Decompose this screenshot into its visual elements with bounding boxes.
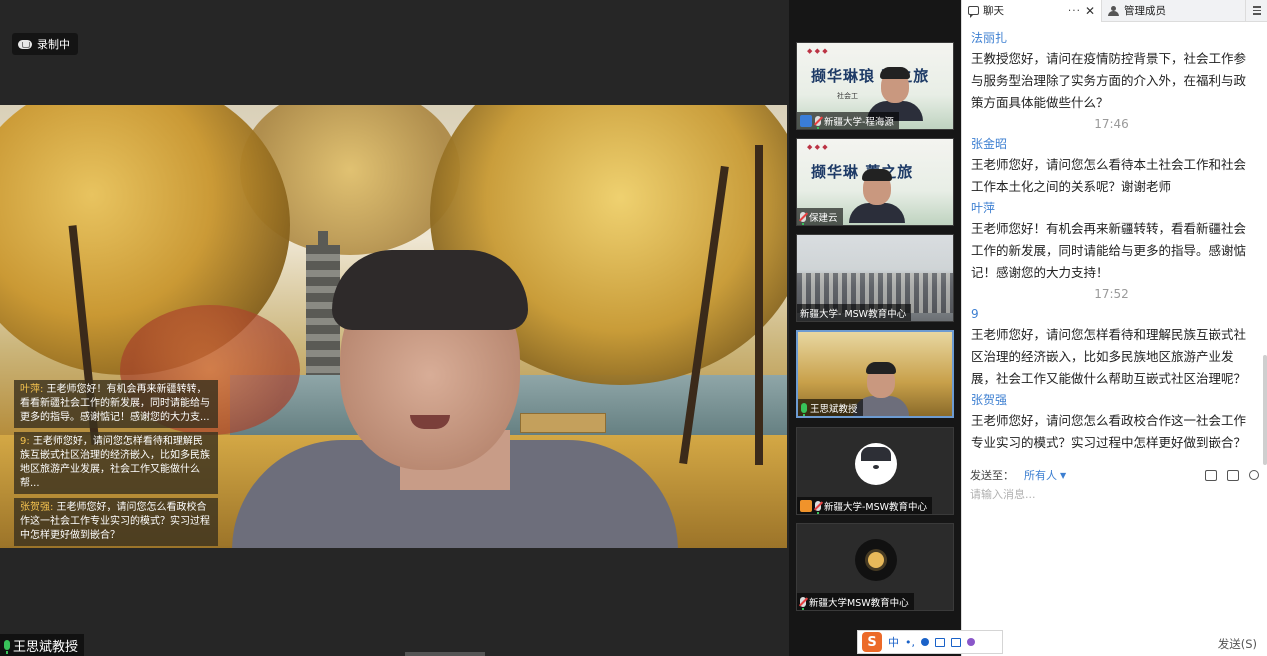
speaker-video: 叶萍: 王老师您好！有机会再来新疆转转，看看新疆社会工作的新发展，同时请能给与更… — [0, 105, 787, 548]
participant-tile[interactable]: ◆ ◆ ◆ 撷华琳琅 菁之旅 社会工 新疆大学-程海源 — [796, 42, 954, 130]
overlay-chat-messages: 叶萍: 王老师您好！有机会再来新疆转转，看看新疆社会工作的新发展，同时请能给与更… — [14, 380, 218, 548]
speaker-name: 王思斌教授 — [13, 639, 79, 655]
message-sender: 张贺强 — [971, 393, 1008, 407]
message-sender: 叶萍 — [971, 201, 996, 215]
participant-tile[interactable]: 新疆大学- MSW教育中心 — [796, 234, 954, 322]
menu-icon[interactable] — [1245, 0, 1267, 22]
recording-indicator[interactable]: 录制中 — [12, 33, 78, 55]
message-text: 王老师您好，请问您怎样看待和理解民族互嵌式社区治理的经济嵌入，比如多民族地区旅游… — [971, 327, 1247, 386]
skin-icon[interactable] — [951, 637, 961, 647]
message-sender: 张金昭 — [971, 137, 1008, 151]
message-text: 王老师您好，请问您怎么看待本土社会工作和社会工作本土化之间的关系呢？谢谢老师 — [971, 157, 1247, 194]
punctuation-toggle[interactable]: •, — [905, 636, 915, 649]
overlay-message: 9: 王老师您好，请问您怎样看待和理解民族互嵌式社区治理的经济嵌入，比如多民族地… — [14, 432, 218, 494]
overlay-message: 张贺强: 王老师您好，请问您怎么看政校合作这一社会工作专业实习的模式？实习过程中… — [14, 498, 218, 546]
meeting-window: 录制中 叶萍: 王老师您好！有机会再来新疆转转，看看新疆社会工作的新发展，同时请… — [0, 0, 1267, 656]
user-select-icon[interactable] — [1249, 470, 1259, 480]
people-icon — [1108, 5, 1120, 16]
resize-handle[interactable] — [405, 652, 485, 656]
participant-strip: ◆ ◆ ◆ 撷华琳琅 菁之旅 社会工 新疆大学-程海源 ◆ ◆ ◆ 撷华琳 菁之… — [789, 0, 961, 656]
language-toggle[interactable]: 中 — [888, 634, 899, 650]
folder-icon[interactable] — [1205, 469, 1217, 481]
tab-chat[interactable]: 聊天 ··· ✕ — [962, 0, 1102, 22]
recording-label: 录制中 — [37, 38, 70, 51]
message-timestamp: 17:52 — [1094, 287, 1129, 301]
participant-name: 新疆大学-程海源 — [824, 116, 894, 128]
participant-tile[interactable]: ◆ ◆ ◆ 撷华琳 菁之旅 保建云 — [796, 138, 954, 226]
tab-manage-members[interactable]: 管理成员 — [1102, 0, 1172, 22]
speaker-person — [232, 250, 678, 548]
chat-bubble-icon — [968, 6, 979, 18]
chat-tab-bar: 聊天 ··· ✕ 管理成员 — [962, 0, 1267, 22]
planet-avatar — [855, 539, 897, 581]
microphone-muted-icon — [815, 500, 821, 514]
chat-panel: 聊天 ··· ✕ 管理成员 法丽扎 王教授您好，请问在疫情防控背景下，社会工作参… — [961, 0, 1267, 656]
cloud-record-icon — [18, 39, 32, 49]
participant-name: 新疆大学- MSW教育中心 — [800, 308, 907, 320]
image-icon[interactable] — [1227, 469, 1239, 481]
chat-message-list[interactable]: 法丽扎 王教授您好，请问在疫情防控背景下，社会工作参与服务型治理除了实务方面的介… — [962, 22, 1260, 462]
participant-tile-active-speaker[interactable]: 王思斌教授 — [796, 330, 954, 418]
main-video-area: 录制中 叶萍: 王老师您好！有机会再来新疆转转，看看新疆社会工作的新发展，同时请… — [0, 0, 789, 656]
dog-avatar — [855, 443, 897, 485]
user-icon — [800, 114, 812, 127]
participant-tile[interactable]: 新疆大学MSW教育中心 — [796, 523, 954, 611]
chat-scrollbar[interactable] — [1263, 355, 1267, 465]
microphone-icon — [4, 640, 10, 654]
participant-name: 保建云 — [809, 212, 838, 224]
message-input[interactable]: 请输入消息... — [970, 486, 1260, 506]
microphone-icon — [801, 402, 807, 416]
participant-video — [849, 167, 905, 223]
close-icon[interactable]: ✕ — [1085, 4, 1095, 18]
participant-name: 新疆大学-MSW教育中心 — [824, 501, 928, 513]
toolbox-icon[interactable] — [967, 638, 975, 646]
chevron-down-icon[interactable]: ▼ — [1060, 471, 1066, 480]
message-text: 王教授您好，请问在疫情防控背景下，社会工作参与服务型治理除了实务方面的介入外，在… — [971, 51, 1247, 110]
more-options-button[interactable]: ··· — [1068, 5, 1081, 17]
sogou-logo-icon[interactable]: S — [862, 632, 882, 652]
input-method-toolbar[interactable]: S 中 •, — [857, 630, 1003, 654]
keyboard-icon[interactable] — [935, 637, 945, 647]
message-sender: 9 — [971, 307, 979, 321]
speaker-name-tag: 王思斌教授 — [0, 634, 85, 656]
participant-name: 新疆大学MSW教育中心 — [809, 597, 909, 609]
microphone-muted-icon — [800, 596, 806, 610]
message-text: 王老师您好，请问您怎么看政校合作这一社会工作专业实习的模式？实习过程中怎样更好做… — [971, 413, 1247, 450]
microphone-muted-icon — [815, 115, 821, 129]
send-button[interactable]: 发送(S) — [1218, 636, 1257, 652]
message-timestamp: 17:46 — [1094, 117, 1129, 131]
send-to-label: 发送至： — [970, 469, 1014, 482]
voice-icon[interactable] — [921, 638, 929, 646]
participant-tile[interactable]: 新疆大学-MSW教育中心 — [796, 427, 954, 515]
send-options-bar: 发送至： 所有人 ▼ — [962, 464, 1267, 486]
overlay-message: 叶萍: 王老师您好！有机会再来新疆转转，看看新疆社会工作的新发展，同时请能给与更… — [14, 380, 218, 428]
microphone-muted-icon — [800, 211, 806, 225]
video-trunk — [755, 145, 763, 465]
message-sender: 法丽扎 — [971, 31, 1008, 45]
send-to-dropdown[interactable]: 所有人 — [1024, 467, 1057, 483]
message-text: 王老师您好！有机会再来新疆转转，看看新疆社会工作的新发展，同时请能给与更多的指导… — [971, 221, 1247, 280]
user-icon — [800, 499, 812, 512]
participant-name: 王思斌教授 — [810, 403, 858, 415]
